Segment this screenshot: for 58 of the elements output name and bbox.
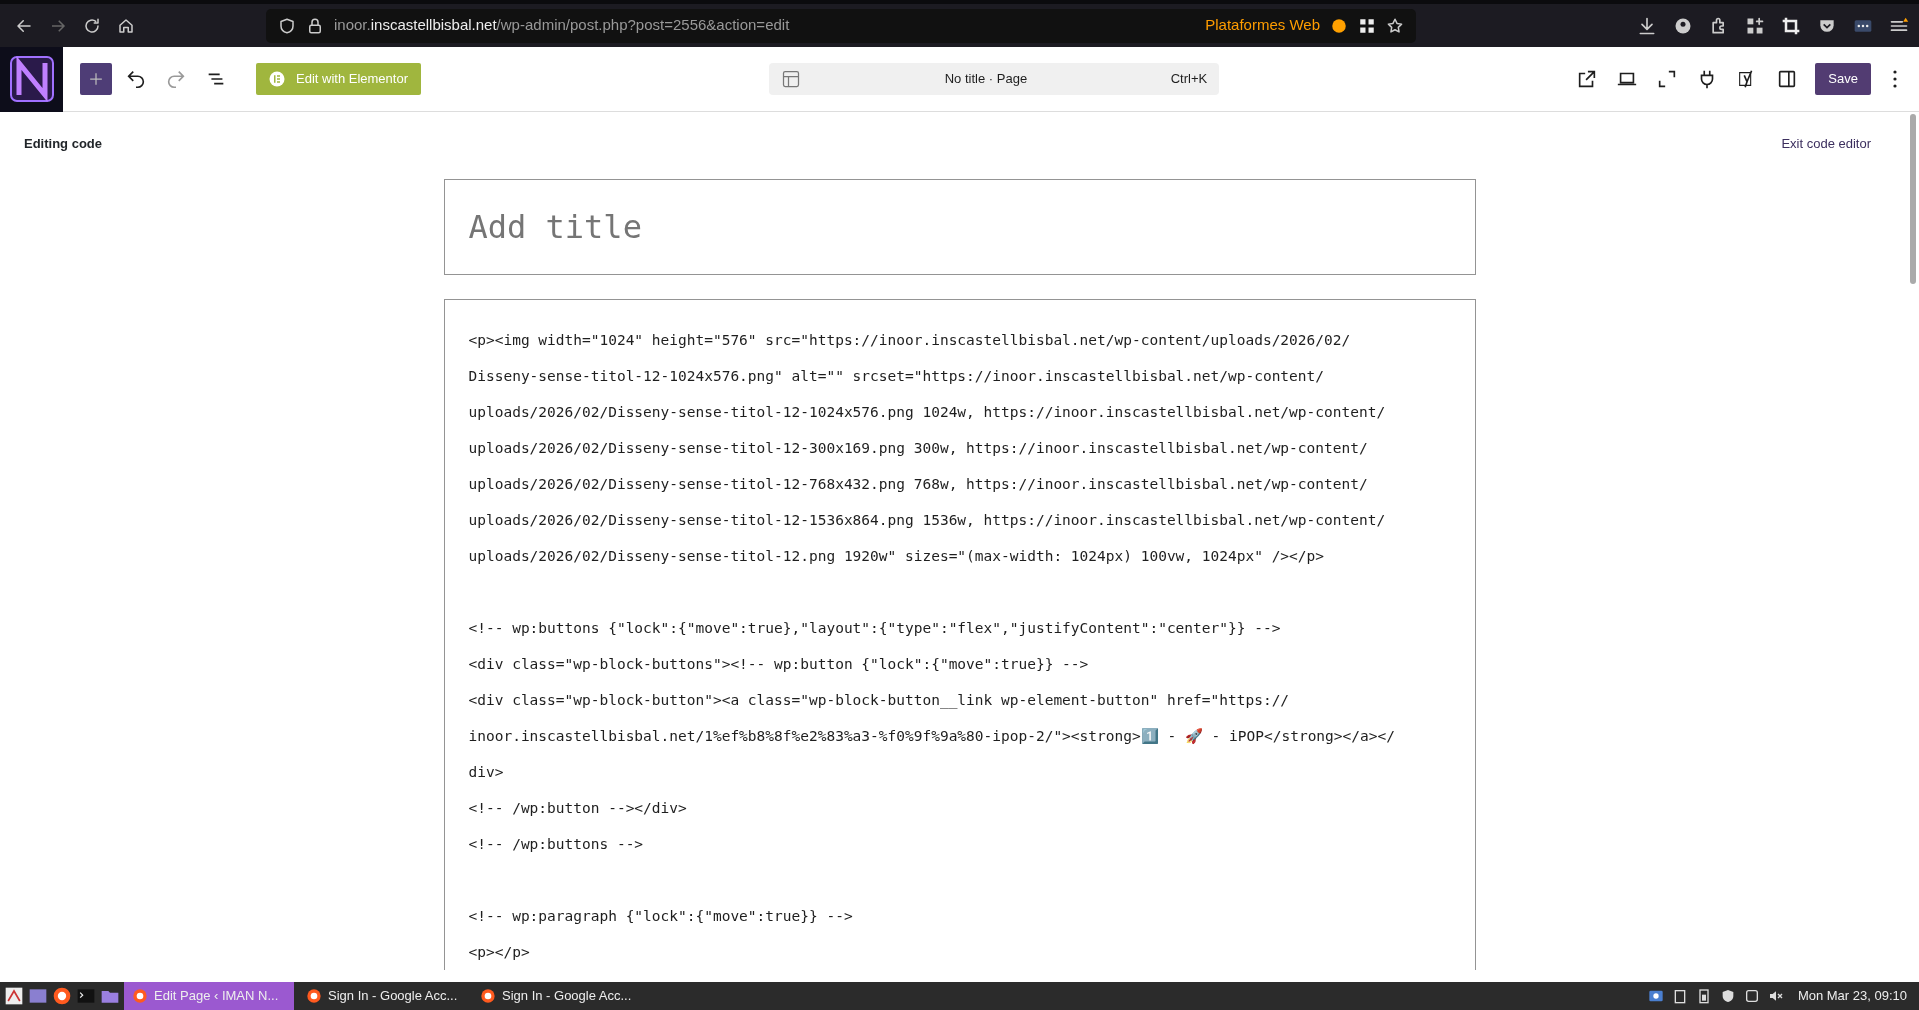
- save-button[interactable]: Save: [1815, 63, 1871, 95]
- download-icon[interactable]: [1637, 15, 1657, 36]
- editing-code-label: Editing code: [24, 135, 102, 153]
- code-line: uploads/2026/02/Disseny-sense-titol-12-1024x576.png 1024w, https://inoor.inscastellbisbal.net/wp-content/: [468, 402, 1387, 422]
- url-bar[interactable]: inoor.inscastellbisbal.net/wp-admin/post.php?post=2556&action=edit Plataformes Web: [266, 8, 1416, 43]
- kebab-icon: [1893, 70, 1897, 88]
- redo-icon: [165, 68, 187, 90]
- browser-icon: [306, 988, 322, 1004]
- code-line: div>: [468, 762, 505, 782]
- url-text: inoor.inscastellbisbal.net/wp-admin/post.php?post=2556&action=edit: [334, 15, 790, 36]
- site-logo[interactable]: [0, 46, 63, 112]
- browser-icon[interactable]: [52, 986, 72, 1006]
- code-line: <div class="wp-block-button"><a class="wp-block-button__link wp-element-button" href="https://: [468, 690, 1291, 711]
- star-icon[interactable]: [1386, 16, 1404, 35]
- code-line: uploads/2026/02/Disseny-sense-titol-12-768x432.png 768w, https://inoor.inscastellbisbal.net/wp-content/: [468, 474, 1369, 494]
- reload-icon[interactable]: [83, 16, 101, 35]
- taskbar-button[interactable]: Edit Page ‹ IMAN N...: [124, 982, 294, 1010]
- browser-icon: [480, 988, 496, 1004]
- code-line: uploads/2026/02/Disseny-sense-titol-12-300x169.png 300w, https://inoor.inscastellbisbal.net/wp-content/: [468, 438, 1369, 458]
- taskbar-button[interactable]: Sign In - Google Acc...: [472, 982, 642, 1010]
- document-title: No title · Page: [943, 70, 1029, 89]
- dot-icon[interactable]: [1330, 16, 1348, 35]
- code-line: <p></p>: [468, 942, 531, 962]
- extension-label[interactable]: Plataformes Web: [1205, 14, 1320, 37]
- code-line: inoor.inscastellbisbal.net/1%ef%b8%8f%e2%83%a3-%f0%9f%9a%80-ipop-2/"><strong>1⃣ - 🚀 - iPOP</strong></a></: [468, 726, 1396, 746]
- camera-icon[interactable]: [1647, 988, 1664, 1004]
- undo-icon: [125, 68, 147, 90]
- shortcut-hint: Ctrl+K: [1170, 70, 1208, 89]
- add-block-button[interactable]: [80, 63, 112, 95]
- taskbar-button[interactable]: Sign In - Google Acc...: [298, 982, 468, 1010]
- code-line: <!-- wp:buttons {"lock":{"move":true},"layout":{"type":"flex","justifyContent":"center"}} -->: [468, 618, 1282, 638]
- home-icon[interactable]: [117, 16, 135, 35]
- desktop-icon[interactable]: [28, 986, 48, 1006]
- title-placeholder: Add title: [468, 206, 642, 248]
- code-line: <p><img width="1024" height="576" src="https://inoor.inscastellbisbal.net/wp-content/uploads/2026/02/: [468, 330, 1352, 350]
- shield-icon: [278, 16, 296, 35]
- command-bar[interactable]: No title · Page Ctrl+K: [769, 63, 1220, 95]
- window-icon[interactable]: [1743, 988, 1760, 1004]
- apps-icon[interactable]: [1745, 15, 1765, 36]
- title-field[interactable]: Add title: [443, 178, 1476, 275]
- code-line: <!-- /wp:button --></div>: [468, 798, 688, 818]
- code-line: uploads/2026/02/Disseny-sense-titol-12.png 1920w" sizes="(max-width: 1024px) 100vw, 1024px" /></p>: [468, 546, 1325, 566]
- browser-icon: [132, 988, 148, 1004]
- code-line: uploads/2026/02/Disseny-sense-titol-12-1536x864.png 1536w, https://inoor.inscastellbisbal.net/wp-content/: [468, 510, 1387, 530]
- terminal-icon[interactable]: [76, 986, 96, 1006]
- code-line: <!-- wp:paragraph {"lock":{"move":true}} -->: [468, 906, 854, 926]
- code-line: Disseny-sense-titol-12-1024x576.png" alt="" srcset="https://inoor.inscastellbisbal.net/wp-content/: [468, 366, 1325, 386]
- code-line: <!-- /wp:buttons -->: [468, 834, 645, 854]
- clock[interactable]: Mon Mar 23, 09:10: [1797, 986, 1907, 1006]
- code-line: <div class="wp-block-buttons"><!-- wp:button {"lock":{"move":true}} -->: [468, 654, 1090, 674]
- start-icon[interactable]: [4, 986, 24, 1006]
- layout-icon: [781, 69, 802, 89]
- lock-icon: [306, 16, 324, 35]
- scrollbar[interactable]: [1910, 114, 1916, 284]
- grid-icon[interactable]: [1358, 16, 1376, 35]
- crop-icon[interactable]: [1781, 15, 1801, 36]
- code-editor[interactable]: [443, 298, 1476, 970]
- exit-code-editor-link[interactable]: Exit code editor: [1781, 134, 1871, 154]
